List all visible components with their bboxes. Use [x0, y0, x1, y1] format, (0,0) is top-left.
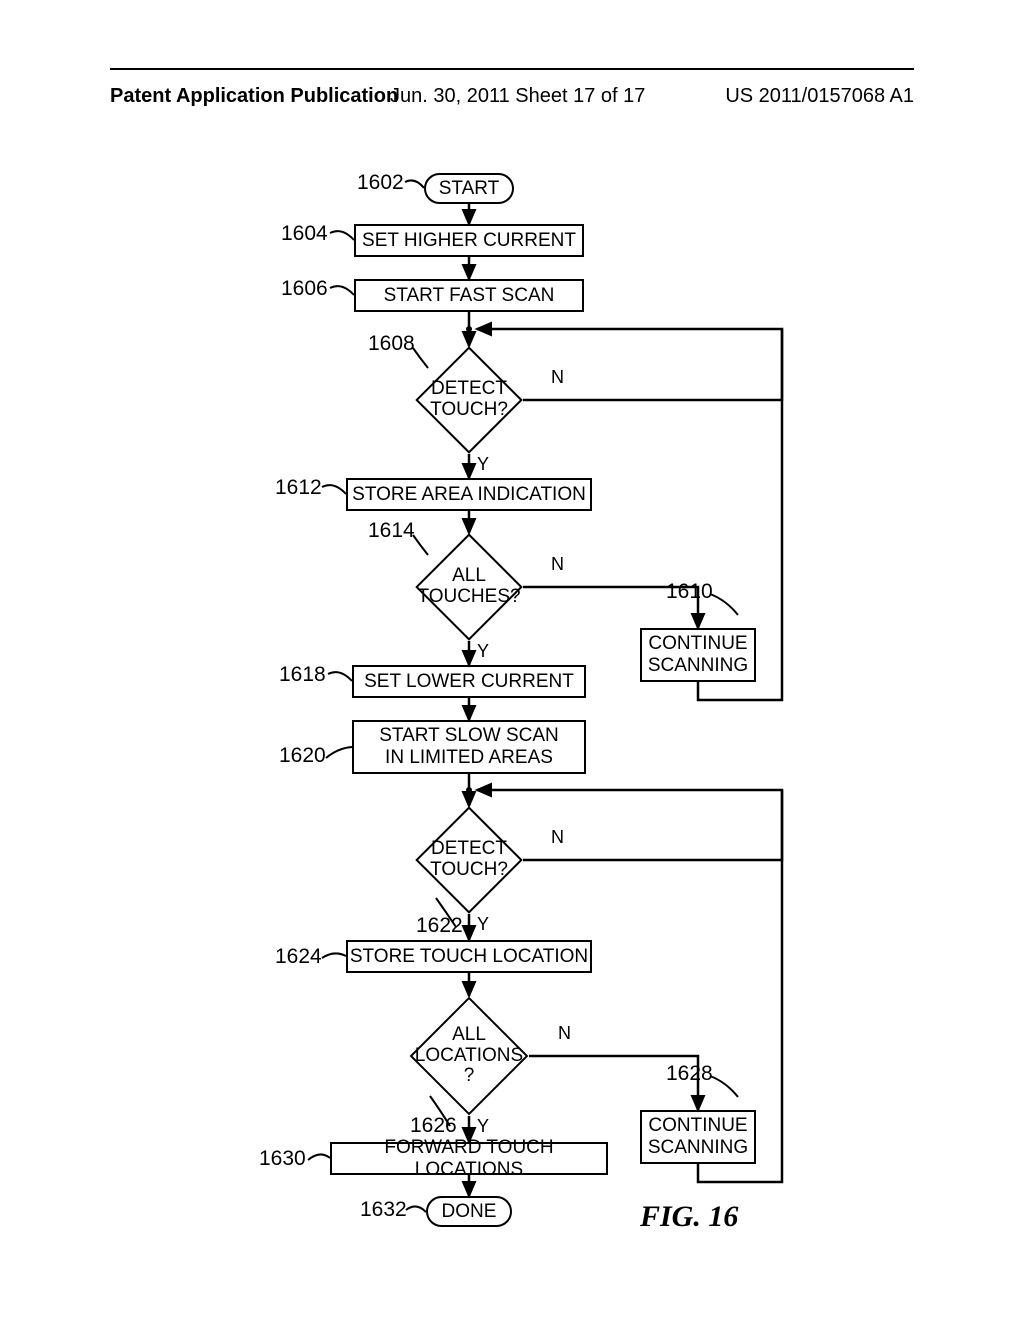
ref-1624: 1624	[275, 945, 322, 969]
ref-1630: 1630	[259, 1147, 306, 1171]
all-touches-diamond: ALL TOUCHES?	[415, 533, 523, 641]
store-area-indication-label: STORE AREA INDICATION	[352, 484, 586, 506]
start-fast-scan-box: START FAST SCAN	[354, 279, 584, 312]
forward-touch-locations-box: FORWARD TOUCH LOCATIONS	[330, 1142, 608, 1175]
ref-1604: 1604	[281, 222, 328, 246]
n-label-2: N	[551, 554, 564, 575]
y-label-4: Y	[477, 1116, 489, 1137]
start-fast-scan-label: START FAST SCAN	[384, 285, 555, 307]
continue-scanning-2-box: CONTINUE SCANNING	[640, 1110, 756, 1164]
ref-1610: 1610	[666, 580, 713, 604]
header-mid: Jun. 30, 2011 Sheet 17 of 17	[390, 85, 645, 108]
set-higher-current-label: SET HIGHER CURRENT	[362, 230, 576, 252]
set-lower-current-box: SET LOWER CURRENT	[352, 665, 586, 698]
store-area-indication-box: STORE AREA INDICATION	[346, 478, 592, 511]
y-label-3: Y	[477, 914, 489, 935]
ref-1606: 1606	[281, 277, 328, 301]
continue-scanning-1-box: CONTINUE SCANNING	[640, 628, 756, 682]
ref-1622: 1622	[416, 914, 463, 938]
forward-touch-locations-label: FORWARD TOUCH LOCATIONS	[332, 1137, 606, 1181]
ref-1614: 1614	[368, 519, 415, 543]
flowchart-connectors	[0, 0, 1024, 1320]
continue-scanning-2-label: CONTINUE SCANNING	[648, 1115, 748, 1159]
start-label: START	[439, 178, 500, 200]
continue-scanning-1-label: CONTINUE SCANNING	[648, 633, 748, 677]
store-touch-location-label: STORE TOUCH LOCATION	[350, 946, 588, 968]
header-right: US 2011/0157068 A1	[725, 85, 914, 108]
ref-1632: 1632	[360, 1198, 407, 1222]
ref-1608: 1608	[368, 332, 415, 356]
start-slow-scan-box: START SLOW SCAN IN LIMITED AREAS	[352, 720, 586, 774]
header-left: Patent Application Publication	[110, 85, 398, 108]
all-locations-label: ALL LOCATIONS ?	[415, 1025, 523, 1088]
n-label-1: N	[551, 367, 564, 388]
detect-touch-2-diamond: DETECT TOUCH?	[415, 806, 523, 914]
y-label-1: Y	[477, 454, 489, 475]
all-locations-diamond: ALL LOCATIONS ?	[409, 996, 529, 1116]
y-label-2: Y	[477, 641, 489, 662]
store-touch-location-box: STORE TOUCH LOCATION	[346, 940, 592, 973]
done-label: DONE	[442, 1201, 497, 1223]
start-slow-scan-label: START SLOW SCAN IN LIMITED AREAS	[379, 725, 558, 769]
set-lower-current-label: SET LOWER CURRENT	[364, 671, 574, 693]
ref-1626: 1626	[410, 1114, 457, 1138]
ref-1618: 1618	[279, 663, 326, 687]
ref-1612: 1612	[275, 476, 322, 500]
figure-caption: FIG. 16	[640, 1200, 738, 1234]
ref-1620: 1620	[279, 744, 326, 768]
n-label-4: N	[558, 1023, 571, 1044]
header-rule	[110, 68, 914, 70]
page-canvas: Patent Application Publication Jun. 30, …	[0, 0, 1024, 1320]
done-terminator: DONE	[426, 1196, 512, 1227]
set-higher-current-box: SET HIGHER CURRENT	[354, 224, 584, 257]
detect-touch-1-label: DETECT TOUCH?	[430, 379, 508, 421]
ref-1628: 1628	[666, 1062, 713, 1086]
detect-touch-2-label: DETECT TOUCH?	[430, 839, 508, 881]
ref-1602: 1602	[357, 171, 404, 195]
start-terminator: START	[424, 173, 514, 204]
n-label-3: N	[551, 827, 564, 848]
detect-touch-1-diamond: DETECT TOUCH?	[415, 346, 523, 454]
all-touches-label: ALL TOUCHES?	[417, 566, 520, 608]
